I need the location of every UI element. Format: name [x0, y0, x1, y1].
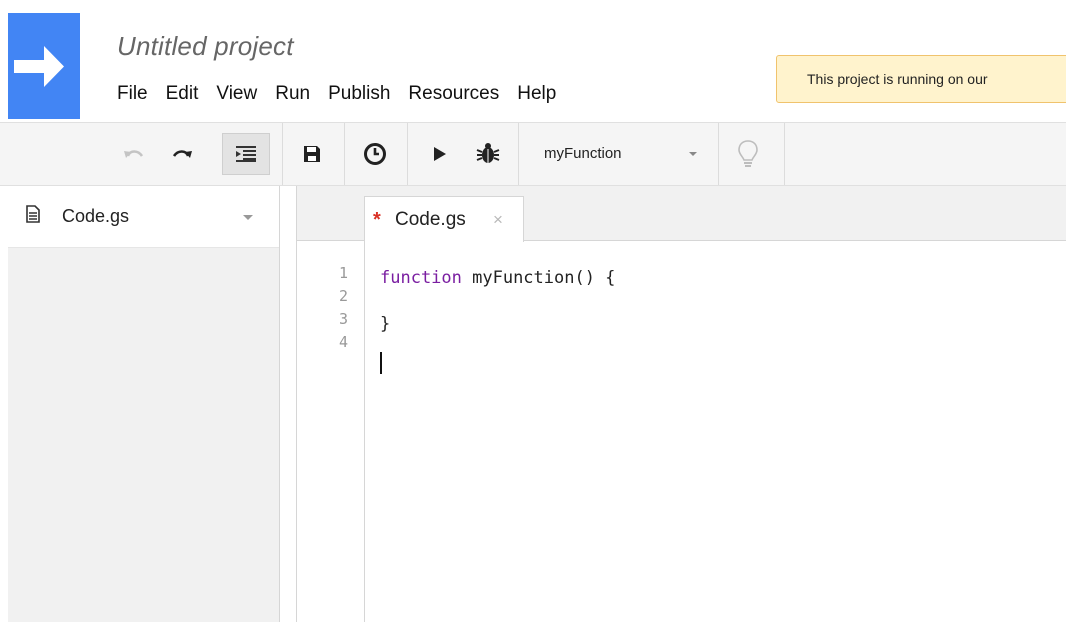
code-text: myFunction() {: [461, 268, 616, 288]
function-select-value: myFunction: [544, 145, 622, 162]
document-icon: [26, 205, 40, 223]
indent-button-icon-wrap: [222, 123, 270, 185]
tab-label: Code.gs: [395, 209, 466, 230]
line-number: 3: [338, 310, 348, 328]
tab-code-gs[interactable]: * Code.gs ×: [364, 196, 524, 242]
unsaved-marker: *: [373, 209, 381, 231]
menu-help[interactable]: Help: [508, 80, 565, 108]
toolbar-divider: [718, 123, 719, 185]
lightbulb-icon: [738, 140, 758, 167]
chevron-down-icon[interactable]: [242, 214, 254, 221]
debug-button[interactable]: [470, 123, 506, 185]
arrow-right-icon: [14, 46, 64, 87]
apps-script-logo[interactable]: [8, 13, 80, 119]
text-cursor: [380, 352, 382, 374]
code-line: function myFunction() {: [380, 266, 615, 290]
function-select[interactable]: myFunction: [518, 123, 718, 185]
file-name: Code.gs: [62, 206, 130, 226]
debug-icon: [476, 143, 500, 163]
line-number: 2: [338, 287, 348, 305]
toolbar-divider: [784, 123, 785, 185]
menu-bar: File Edit View Run Publish Resources Hel…: [108, 80, 565, 108]
close-icon[interactable]: ×: [493, 210, 503, 230]
file-sidebar: Code.gs: [8, 186, 280, 622]
indent-icon: [236, 146, 256, 162]
menu-resources[interactable]: Resources: [399, 80, 508, 108]
lightbulb-button[interactable]: [728, 123, 768, 185]
line-number-gutter: 1 2 3 4: [297, 241, 365, 622]
line-number: 1: [338, 264, 348, 282]
toolbar-divider: [282, 123, 283, 185]
notice-text: This project is running on our: [807, 71, 988, 87]
clock-icon: [364, 143, 386, 165]
code-editor: * Code.gs × 1 2 3 4 function myFunction(…: [296, 186, 1066, 622]
save-icon: [304, 146, 320, 162]
app-header: Untitled project File Edit View Run Publ…: [0, 0, 1066, 122]
code-line: }: [380, 312, 390, 336]
toolbar-divider: [344, 123, 345, 185]
menu-run[interactable]: Run: [266, 80, 319, 108]
undo-button[interactable]: [118, 123, 150, 185]
line-number: 4: [338, 333, 348, 351]
code-text: }: [380, 314, 391, 334]
run-button[interactable]: [426, 123, 454, 185]
runtime-notice-banner: This project is running on our: [776, 55, 1066, 103]
project-title[interactable]: Untitled project: [117, 31, 294, 62]
redo-button[interactable]: [166, 123, 198, 185]
menu-view[interactable]: View: [207, 80, 266, 108]
menu-file[interactable]: File: [108, 80, 157, 108]
redo-icon: [172, 150, 192, 158]
toolbar-divider: [407, 123, 408, 185]
chevron-down-icon: [689, 152, 697, 156]
undo-icon: [124, 150, 144, 158]
editor-tab-strip: * Code.gs ×: [297, 186, 1066, 242]
file-list-item[interactable]: Code.gs: [8, 186, 279, 248]
triggers-button[interactable]: [354, 123, 396, 185]
run-icon: [434, 147, 446, 161]
code-keyword: function: [380, 268, 462, 288]
menu-edit[interactable]: Edit: [157, 80, 208, 108]
toolbar: myFunction: [0, 122, 1066, 186]
menu-publish[interactable]: Publish: [319, 80, 399, 108]
save-button[interactable]: [292, 123, 332, 185]
